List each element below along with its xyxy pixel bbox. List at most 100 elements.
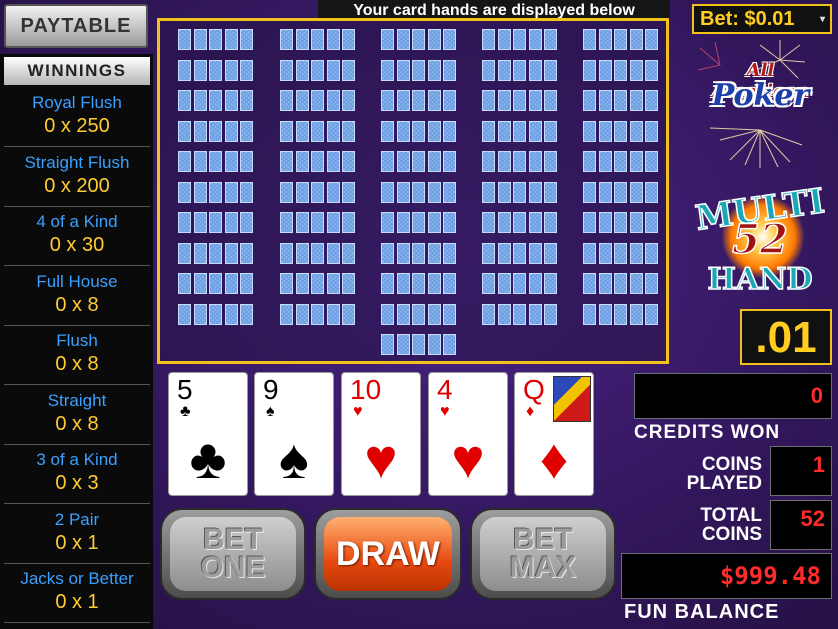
- card-back: [209, 273, 222, 294]
- card-back: [629, 29, 643, 50]
- card-back: [326, 59, 340, 81]
- card-back: [396, 334, 410, 355]
- card-back: [497, 29, 511, 50]
- card-back: [326, 29, 340, 50]
- bet-selector[interactable]: Bet: $0.01 ▾: [692, 4, 832, 34]
- card-back: [224, 242, 238, 264]
- playing-card[interactable]: 4 ♥ ♥: [428, 372, 508, 496]
- total-coins-label-line1: TOTAL: [700, 505, 762, 526]
- bet-one-button[interactable]: BET ONE: [160, 508, 306, 600]
- card-back: [427, 212, 441, 233]
- paytable-row: Flush 0 x 8: [4, 326, 150, 385]
- card-back: [342, 273, 355, 294]
- card-suit-small: ♥: [353, 403, 363, 420]
- card-back: [629, 242, 643, 264]
- card-back: [645, 303, 658, 325]
- card-back: [513, 29, 526, 50]
- card-back: [178, 273, 191, 294]
- card-back: [311, 151, 324, 172]
- card-back: [412, 90, 425, 111]
- total-coins-label: TOTAL COINS: [634, 506, 762, 544]
- playing-card[interactable]: 9 ♠ ♠: [254, 372, 334, 496]
- draw-button[interactable]: DRAW: [314, 508, 462, 600]
- card-back: [443, 181, 456, 203]
- card-back: [381, 303, 394, 325]
- card-back: [482, 29, 495, 50]
- card-back: [193, 273, 207, 294]
- card-back: [513, 181, 526, 203]
- card-back: [342, 151, 355, 172]
- card-back: [497, 59, 511, 81]
- card-back: [443, 273, 456, 294]
- card-back: [497, 181, 511, 203]
- credits-won-label: CREDITS WON: [634, 422, 781, 443]
- paytable-payout: 0 x 200: [44, 174, 110, 197]
- card-back: [614, 212, 627, 233]
- denomination-display[interactable]: .01: [740, 309, 832, 365]
- card-back: [598, 273, 612, 294]
- card-back: [209, 120, 222, 142]
- card-rank: Q: [523, 374, 545, 405]
- card-back: [178, 59, 191, 81]
- card-back: [629, 212, 643, 233]
- card-back: [645, 181, 658, 203]
- card-back: [396, 303, 410, 325]
- card-back: [224, 29, 238, 50]
- card-back: [295, 273, 309, 294]
- card-back: [224, 181, 238, 203]
- card-back: [311, 242, 324, 264]
- paytable-button[interactable]: PAYTABLE: [4, 4, 148, 48]
- card-back: [412, 181, 425, 203]
- card-back: [240, 120, 253, 142]
- card-back: [224, 59, 238, 81]
- card-back: [412, 303, 425, 325]
- card-back: [482, 120, 495, 142]
- card-back: [443, 212, 456, 233]
- card-rank: 9: [263, 374, 279, 405]
- card-suit-small: ♣: [180, 403, 191, 420]
- card-back: [342, 212, 355, 233]
- card-back: [280, 242, 293, 264]
- card-back: [240, 273, 253, 294]
- fun-balance-display: $999.48: [621, 553, 832, 599]
- bet-max-label-line1: BET: [513, 523, 573, 556]
- card-back: [583, 151, 596, 172]
- card-back: [513, 151, 526, 172]
- playing-card[interactable]: Q ♦ ♦: [514, 372, 594, 496]
- paytable-hand-name: Full House: [36, 271, 118, 291]
- card-back: [497, 212, 511, 233]
- card-back: [193, 151, 207, 172]
- card-back: [396, 181, 410, 203]
- card-back: [645, 120, 658, 142]
- card-back: [342, 181, 355, 203]
- credits-won-display: 0: [634, 373, 832, 419]
- card-back: [396, 212, 410, 233]
- playing-card[interactable]: 10 ♥ ♥: [341, 372, 421, 496]
- card-back: [544, 151, 557, 172]
- card-back: [396, 90, 410, 111]
- bet-max-button[interactable]: BET MAX: [470, 508, 616, 600]
- card-back: [342, 303, 355, 325]
- card-back: [629, 303, 643, 325]
- card-suit-large: ♠: [279, 427, 309, 490]
- card-back: [513, 59, 526, 81]
- card-back: [311, 120, 324, 142]
- total-coins-display: 52: [770, 500, 832, 550]
- coins-played-label-line2: PLAYED: [686, 473, 762, 494]
- card-back: [544, 29, 557, 50]
- card-back: [193, 120, 207, 142]
- card-back: [193, 181, 207, 203]
- playing-card[interactable]: 5 ♣ ♣: [168, 372, 248, 496]
- paytable-payout: 0 x 8: [55, 353, 99, 375]
- card-back: [342, 29, 355, 50]
- coins-played-display: 1: [770, 446, 832, 496]
- card-back: [598, 303, 612, 325]
- card-back: [528, 212, 542, 233]
- card-back: [497, 303, 511, 325]
- card-back: [178, 120, 191, 142]
- card-back: [427, 242, 441, 264]
- card-back: [295, 242, 309, 264]
- card-back: [528, 120, 542, 142]
- card-back: [482, 242, 495, 264]
- coins-played-label: COINS PLAYED: [634, 455, 762, 493]
